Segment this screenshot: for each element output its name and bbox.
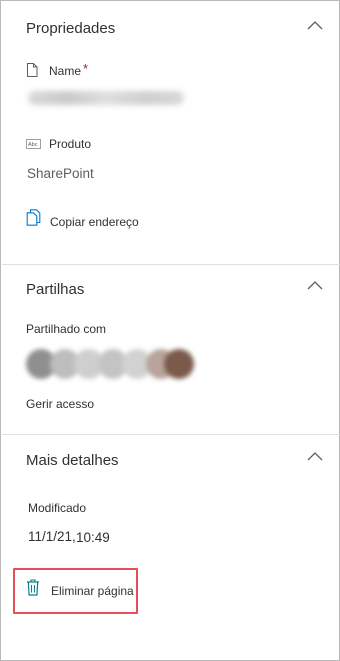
modified-label: Modificado: [28, 501, 87, 515]
shared-with-label: Partilhado com: [26, 322, 107, 336]
chevron-up-icon[interactable]: [306, 280, 324, 292]
text-field-icon: Abc: [26, 139, 41, 149]
name-value-redacted[interactable]: [28, 91, 184, 105]
properties-section-title: Propriedades: [26, 20, 116, 37]
copy-address-label: Copiar endereço: [50, 214, 139, 229]
chevron-up-icon[interactable]: [306, 451, 324, 463]
copy-address-link[interactable]: Copiar endereço: [26, 209, 139, 229]
manage-access-link[interactable]: Gerir acesso: [26, 397, 94, 411]
section-divider: [2, 264, 340, 265]
chevron-up-icon[interactable]: [306, 20, 324, 32]
name-label: Name: [49, 64, 82, 78]
copy-icon: [26, 209, 41, 226]
document-icon: [27, 63, 38, 77]
sharing-section-title: Partilhas: [26, 281, 85, 298]
highlight-box: [13, 568, 138, 614]
modified-date: 11/1/21,: [28, 529, 76, 544]
required-asterisk: *: [83, 61, 89, 76]
product-value: SharePoint: [27, 166, 94, 181]
shared-with-avatars[interactable]: [26, 347, 194, 381]
details-section-title: Mais detalhes: [26, 452, 119, 469]
section-divider: [2, 434, 340, 435]
product-label: Produto: [49, 137, 92, 151]
svg-text:Abc: Abc: [28, 142, 38, 148]
properties-panel: Propriedades Name * Abc Produto SharePoi…: [0, 0, 340, 661]
modified-time: 10:49: [76, 530, 110, 545]
